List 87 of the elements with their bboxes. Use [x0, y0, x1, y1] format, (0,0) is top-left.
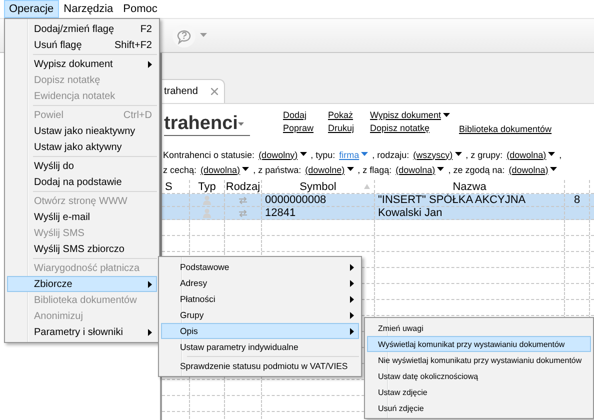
document-tab[interactable]: trahend	[162, 79, 225, 103]
menu-item[interactable]: Ustaw parametry indywidualne	[161, 339, 359, 355]
dropdown-caret-icon	[200, 33, 207, 38]
table-cell: 12841	[262, 207, 375, 219]
menu-item[interactable]: Wypisz dokument	[7, 56, 157, 72]
menu-item[interactable]: Opis	[161, 323, 359, 339]
submenu-arrow-icon	[148, 60, 152, 68]
table-row[interactable]: 12841 Kowalski Jan	[162, 207, 594, 220]
menu-item[interactable]: Nie wyświetlaj komunikatu przy wystawianiu dokumentów	[367, 352, 591, 368]
menu-item[interactable]: Parametry i słowniki	[7, 324, 157, 340]
action-link[interactable]: Biblioteka dokumentów	[459, 124, 569, 134]
dropdown-caret-icon	[550, 167, 558, 172]
table-cell: 0000000008	[262, 194, 375, 206]
submenu-arrow-icon	[350, 328, 354, 334]
menu-item[interactable]: Wyślij SMS zbiorczo	[7, 241, 157, 257]
submenu-arrow-icon	[148, 328, 152, 336]
filter-label: , rodzaju:	[372, 150, 410, 160]
filter-label: Kontrahenci o statusie:	[163, 150, 255, 160]
dropdown-caret-icon	[437, 167, 444, 172]
table-cell: 8	[565, 194, 590, 206]
submenu-arrow-icon	[350, 312, 354, 318]
arrows-icon	[238, 196, 248, 204]
menu-item[interactable]: Ustaw jako aktywny	[7, 139, 157, 155]
person-icon	[203, 208, 211, 218]
menu-item[interactable]: Zbiorcze	[7, 276, 157, 292]
filter-label: , z grupy:	[466, 150, 503, 160]
filter-dropdown[interactable]: (dowolne)	[305, 164, 354, 174]
sort-icon	[364, 184, 370, 189]
filter-dropdown[interactable]: (dowolna)	[506, 150, 556, 160]
table-cell: Kowalski Jan	[375, 207, 565, 219]
action-link[interactable]: Pokaż	[328, 110, 370, 120]
menu-item[interactable]: Wyślij e-mail	[7, 209, 157, 225]
menu-item[interactable]: Płatności	[161, 291, 359, 307]
submenu-arrow-icon	[350, 280, 354, 286]
filter-label: z cechą:	[163, 164, 197, 174]
submenu-arrow-icon	[350, 296, 354, 302]
action-link[interactable]: Wypisz dokument	[370, 110, 459, 120]
column-header[interactable]: Nazwa	[375, 180, 565, 193]
dropdown-caret-icon	[300, 152, 307, 157]
submenu-arrow-icon	[148, 280, 152, 288]
filter-label: , ze zgodą na:	[448, 164, 505, 174]
column-header[interactable]: Symbol	[262, 180, 375, 193]
arrows-icon	[238, 210, 248, 216]
filter-dropdown[interactable]: (dowolny)	[258, 150, 307, 160]
filter-dropdown[interactable]: (dowolna)	[200, 164, 250, 174]
filter-dropdown[interactable]: (wszyscy)	[413, 150, 462, 160]
menu-item[interactable]: Ustaw datę okolicznościową	[367, 368, 591, 384]
menu-bar-item[interactable]: Narzędzia	[58, 0, 118, 18]
filter-dropdown[interactable]: (dowolna)	[508, 164, 558, 174]
page-title: trahenci	[164, 113, 238, 135]
dropdown-caret-icon	[346, 167, 354, 172]
dropdown-caret-icon	[242, 167, 250, 172]
dropdown-caret-icon	[454, 152, 462, 157]
menu-item[interactable]: Grupy	[161, 307, 359, 323]
menu-item[interactable]: Wyślij do	[7, 158, 157, 174]
column-header[interactable]: Rodzaj	[225, 180, 262, 193]
menu-item[interactable]: Ustaw jako nieaktywny	[7, 123, 157, 139]
menu-item[interactable]: Adresy	[161, 275, 359, 291]
close-icon[interactable]	[211, 88, 218, 95]
action-link[interactable]: Dopisz notatkę	[370, 123, 459, 133]
menu-item[interactable]: Wyświetlaj komunikat przy wystawianiu dokumentów	[367, 336, 591, 352]
dropdown-caret-icon	[361, 152, 368, 157]
action-link[interactable]: Popraw	[283, 123, 328, 133]
filter-dropdown[interactable]: firma	[339, 150, 368, 160]
filter-label: , typu:	[310, 150, 336, 160]
filter-separator: ,	[559, 150, 562, 160]
dropdown-caret-icon	[548, 152, 556, 157]
menu-item[interactable]: Dodaj/zmień flagę F2	[7, 21, 157, 37]
menu-item[interactable]: Sprawdzenie statusu podmiotu w VAT/VIES	[161, 358, 359, 374]
action-link[interactable]: Dodaj	[283, 110, 328, 120]
menu-item[interactable]: Usuń zdjęcie	[367, 400, 591, 416]
submenu-arrow-icon	[350, 264, 354, 270]
dropdown-caret-icon	[238, 122, 244, 126]
menu-bar-item[interactable]: Pomoc	[118, 0, 162, 18]
filter-dropdown[interactable]: (dowolna)	[396, 164, 444, 174]
dropdown-caret-icon	[442, 112, 450, 118]
menu-item[interactable]: Dodaj na podstawie	[7, 174, 157, 190]
column-header[interactable]: Typ	[190, 180, 225, 193]
menu-bar-item[interactable]: Operacje	[4, 0, 59, 18]
menu-item[interactable]: Podstawowe	[161, 259, 359, 275]
action-link[interactable]: Drukuj	[328, 123, 370, 133]
filter-label: , z państwa:	[253, 164, 302, 174]
menu-item[interactable]: Usuń flagę Shift+F2	[7, 37, 157, 53]
filter-label: , z flagą:	[358, 164, 392, 174]
column-header[interactable]: S	[162, 180, 190, 193]
menu-item[interactable]: Zmień uwagi	[367, 320, 591, 336]
menu-item[interactable]: Ustaw zdjęcie	[367, 384, 591, 400]
